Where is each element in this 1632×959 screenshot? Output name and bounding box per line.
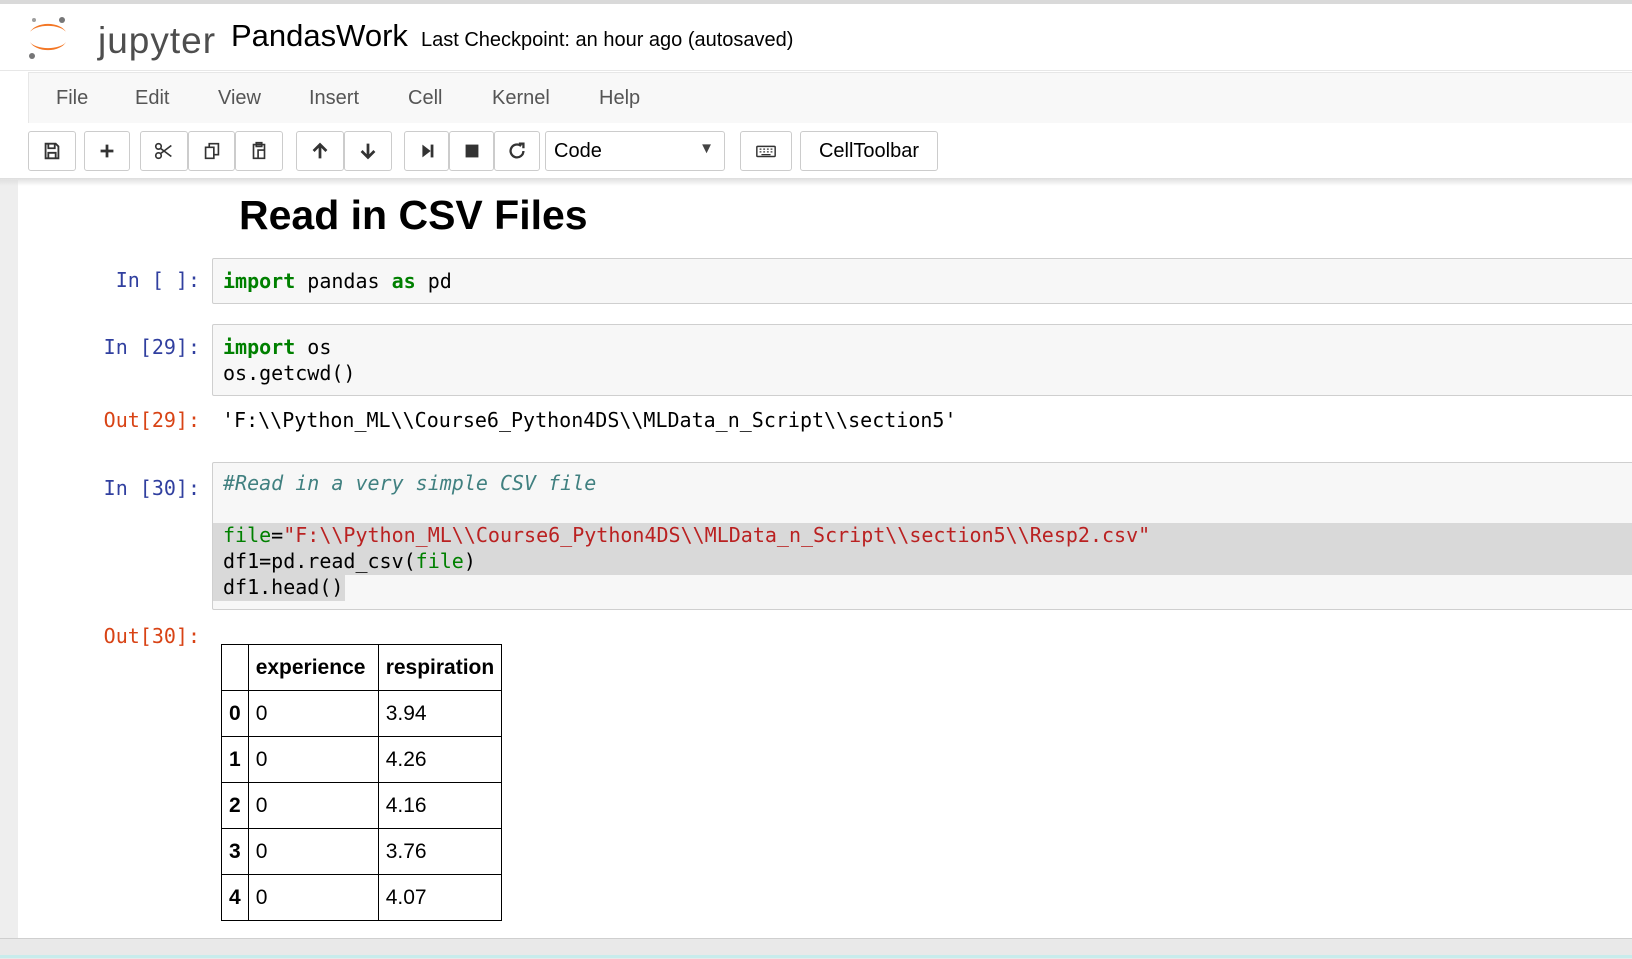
- code-cell-input[interactable]: import os os.getcwd(): [212, 324, 1632, 396]
- table-row: 3 0 3.76: [221, 828, 503, 875]
- paste-button[interactable]: [235, 131, 283, 171]
- table-row: 4 0 4.07: [221, 874, 503, 921]
- save-button[interactable]: [28, 131, 76, 171]
- copy-icon: [204, 142, 219, 160]
- menu-edit[interactable]: Edit: [135, 73, 169, 123]
- menu-help[interactable]: Help: [599, 73, 640, 123]
- code-line: import pandas as pd: [223, 269, 452, 293]
- table-cell: 0: [247, 736, 379, 783]
- table-cell: 0: [247, 828, 379, 875]
- table-cell: 3.76: [377, 828, 503, 875]
- input-prompt: In [30]:: [103, 476, 200, 500]
- stop-icon: [465, 144, 478, 158]
- notebook-name[interactable]: PandasWork: [231, 18, 408, 54]
- refresh-icon: [509, 142, 525, 159]
- menu-insert[interactable]: Insert: [309, 73, 359, 123]
- output-prompt: Out[29]:: [103, 408, 200, 432]
- cell-type-value: Code: [554, 140, 602, 162]
- arrow-down-icon: [360, 143, 376, 160]
- chevron-down-icon: ▼: [699, 140, 714, 157]
- table-cell: 4.26: [377, 736, 503, 783]
- index-header: [221, 644, 249, 691]
- toolbar: Code ▼ CellToolbar: [0, 123, 1632, 179]
- code-line: import os os.getcwd(): [223, 335, 356, 385]
- dataframe-table: experience respiration 0 0 3.94 1 0 4.26…: [221, 644, 503, 921]
- command-palette-button[interactable]: [740, 131, 792, 171]
- interrupt-button[interactable]: [449, 131, 494, 171]
- cell-type-select[interactable]: Code ▼: [545, 131, 725, 171]
- row-index: 1: [221, 736, 249, 783]
- toolbar-shadow: [0, 178, 1632, 186]
- column-header: respiration: [377, 644, 503, 691]
- notebook-area[interactable]: Read in CSV Files In [ ]: import pandas …: [0, 180, 1632, 938]
- save-icon: [44, 142, 60, 160]
- menu-cell[interactable]: Cell: [408, 73, 442, 123]
- header: jupyter PandasWork Last Checkpoint: an h…: [0, 4, 1632, 71]
- arrow-up-icon: [312, 142, 328, 159]
- run-button[interactable]: [404, 131, 449, 171]
- celltoolbar-button[interactable]: CellToolbar: [800, 131, 938, 171]
- input-prompt: In [ ]:: [115, 268, 200, 292]
- menu-view[interactable]: View: [218, 73, 261, 123]
- table-cell: 0: [247, 690, 379, 737]
- plus-icon: [100, 144, 114, 158]
- jupyter-logo-icon: [29, 17, 66, 59]
- menu-file[interactable]: File: [56, 73, 88, 123]
- keyboard-icon: [756, 145, 776, 158]
- code-cell-input[interactable]: #Read in a very simple CSV file file="F:…: [212, 462, 1632, 610]
- table-cell: 3.94: [377, 690, 503, 737]
- checkpoint-status: Last Checkpoint: an hour ago (autosaved): [421, 29, 794, 51]
- cut-button[interactable]: [140, 131, 188, 171]
- row-index: 3: [221, 828, 249, 875]
- table-cell: 4.16: [377, 782, 503, 829]
- row-index: 0: [221, 690, 249, 737]
- row-index: 2: [221, 782, 249, 829]
- jupyter-logo[interactable]: jupyter: [26, 12, 226, 66]
- move-down-button[interactable]: [344, 131, 392, 171]
- paste-icon: [252, 141, 266, 160]
- menubar: File Edit View Insert Cell Kernel Help: [28, 72, 1632, 124]
- markdown-heading[interactable]: Read in CSV Files: [239, 192, 588, 239]
- table-row: 2 0 4.16: [221, 782, 503, 829]
- code-line: #Read in a very simple CSV file file="F:…: [223, 471, 1151, 599]
- restart-button[interactable]: [494, 131, 540, 171]
- table-cell: 0: [247, 782, 379, 829]
- table-header-row: experience respiration: [221, 644, 503, 691]
- row-index: 4: [221, 874, 249, 921]
- insert-cell-button[interactable]: [84, 131, 130, 171]
- code-cell-input[interactable]: import pandas as pd: [212, 258, 1632, 304]
- input-prompt: In [29]:: [103, 335, 200, 359]
- step-forward-icon: [421, 144, 433, 158]
- table-cell: 4.07: [377, 874, 503, 921]
- cut-icon: [154, 142, 172, 160]
- table-row: 0 0 3.94: [221, 690, 503, 737]
- table-cell: 0: [247, 874, 379, 921]
- move-up-button[interactable]: [296, 131, 344, 171]
- output-prompt: Out[30]:: [103, 624, 200, 648]
- copy-button[interactable]: [188, 131, 235, 171]
- logo-text: jupyter: [98, 20, 217, 61]
- table-row: 1 0 4.26: [221, 736, 503, 783]
- column-header: experience: [247, 644, 379, 691]
- output-text: 'F:\\Python_ML\\Course6_Python4DS\\MLDat…: [222, 408, 957, 432]
- menu-kernel[interactable]: Kernel: [492, 73, 550, 123]
